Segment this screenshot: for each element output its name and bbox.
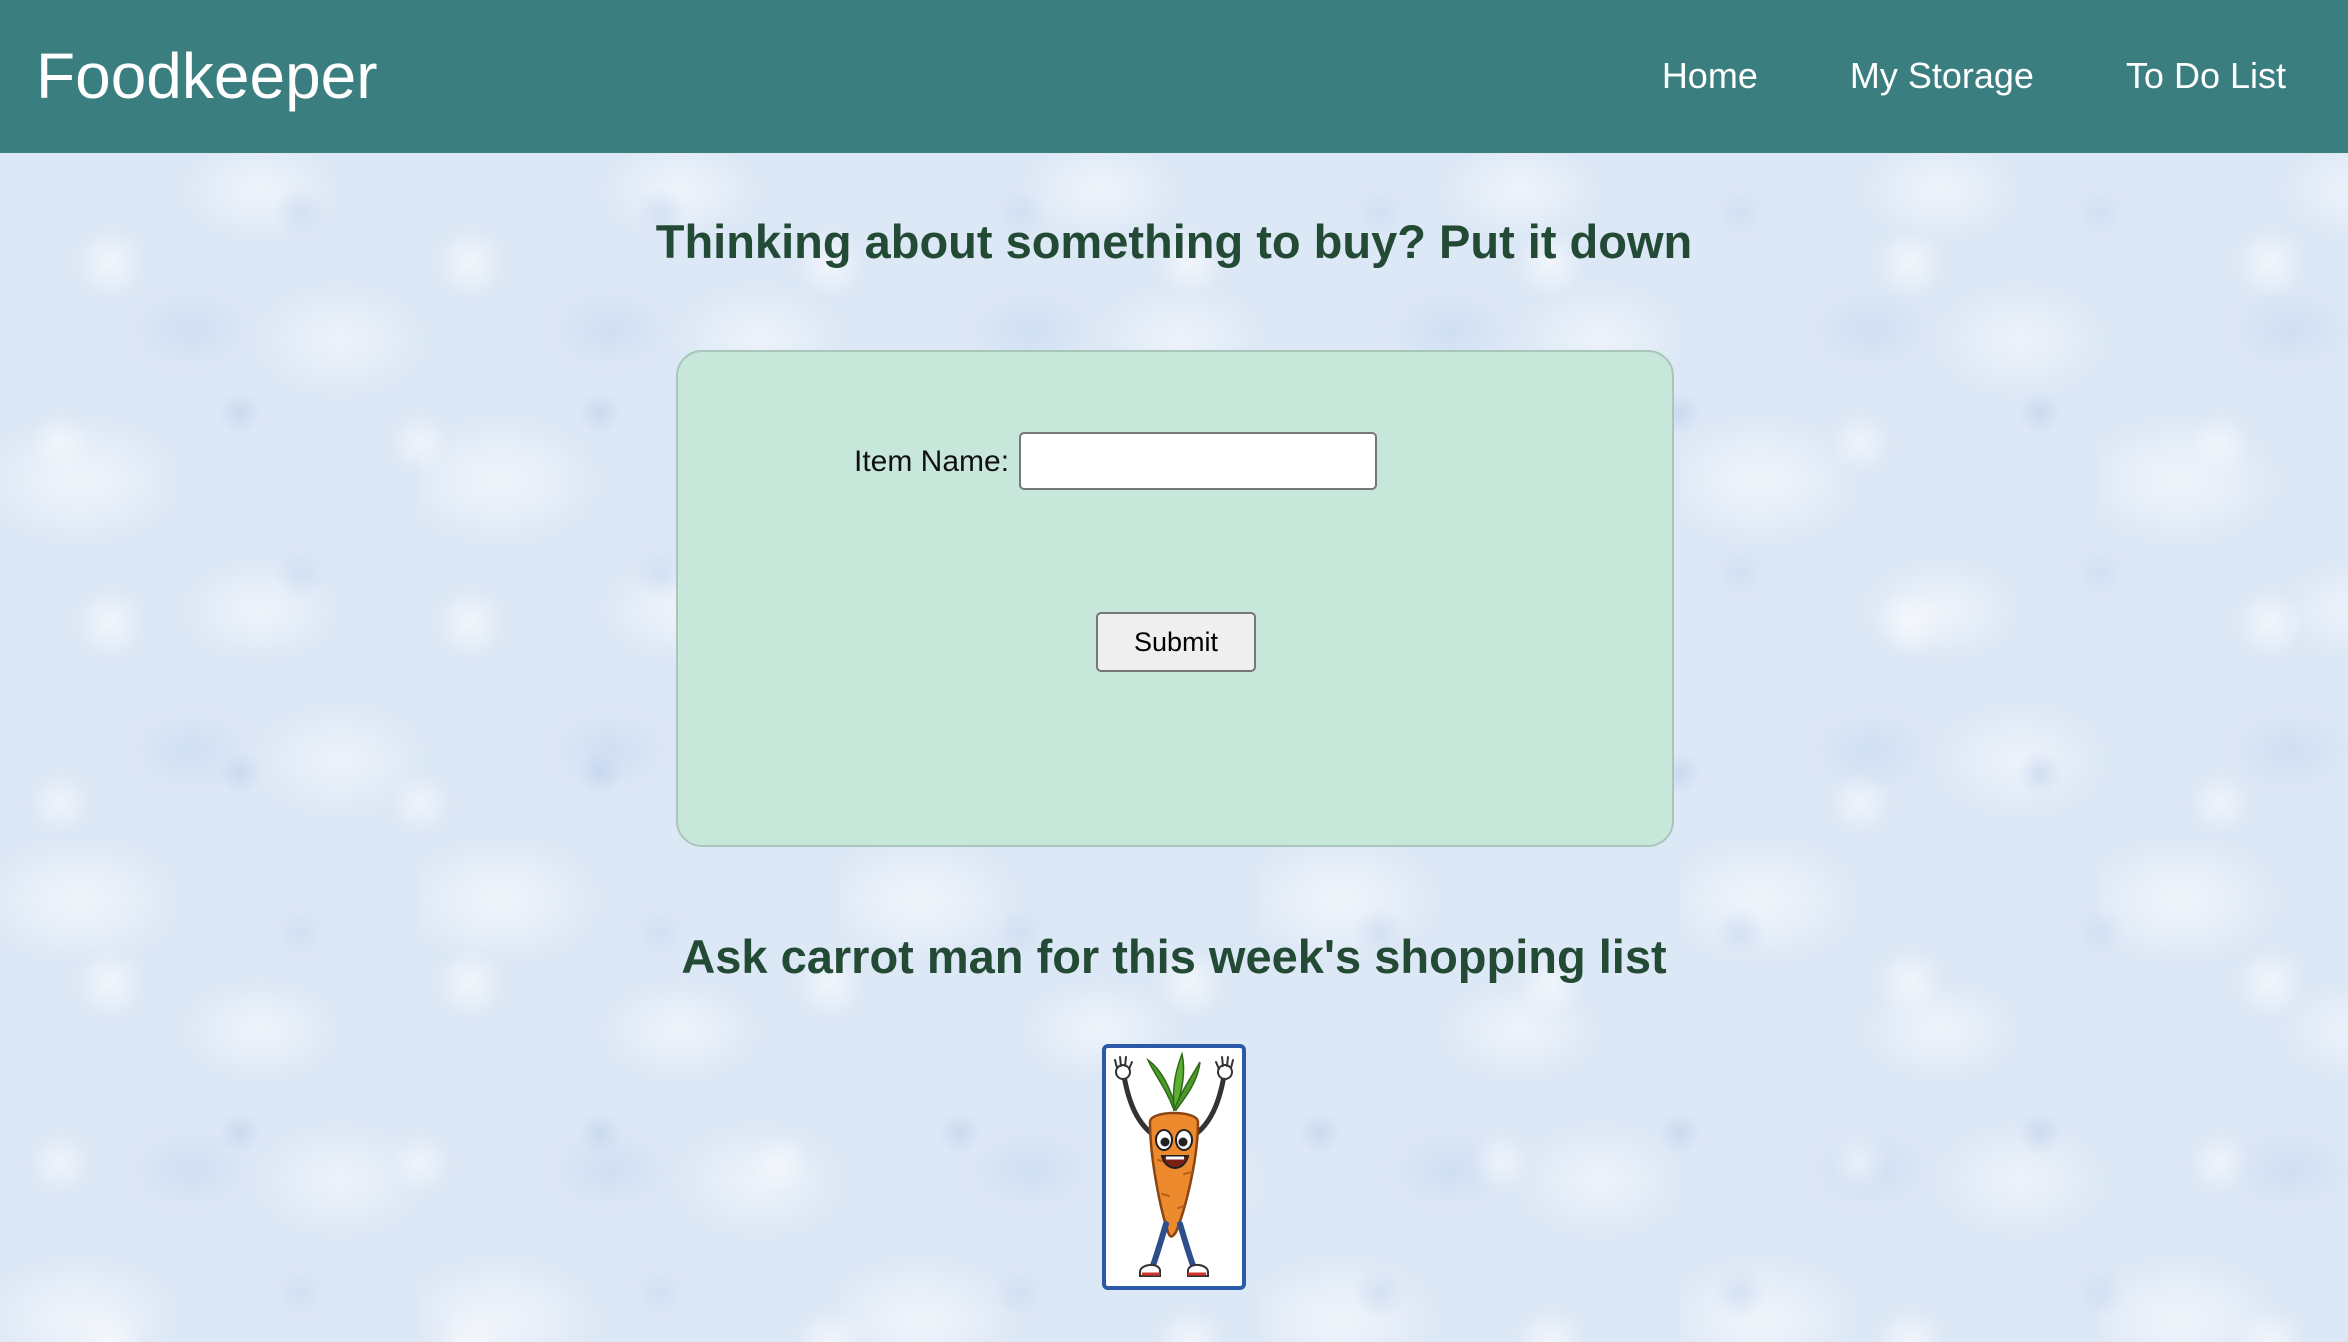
add-item-form: Item Name: Submit: [676, 350, 1674, 847]
nav-links: Home My Storage To Do List: [1662, 52, 2286, 100]
item-name-label: Item Name:: [854, 445, 1010, 478]
carrot-man-button[interactable]: [1102, 1044, 1246, 1290]
navbar: Foodkeeper Home My Storage To Do List: [0, 0, 2348, 153]
carrot-man-icon: [1114, 1051, 1234, 1277]
page-heading: Thinking about something to buy? Put it …: [655, 215, 1693, 268]
brand-title[interactable]: Foodkeeper: [36, 40, 378, 112]
nav-link-my-storage[interactable]: My Storage: [1850, 52, 2034, 100]
item-name-input[interactable]: [1019, 432, 1377, 490]
nav-link-to-do-list[interactable]: To Do List: [2126, 52, 2286, 100]
nav-link-home[interactable]: Home: [1662, 52, 1758, 100]
submit-button[interactable]: Submit: [1096, 612, 1256, 672]
carrot-heading: Ask carrot man for this week's shopping …: [681, 930, 1667, 983]
